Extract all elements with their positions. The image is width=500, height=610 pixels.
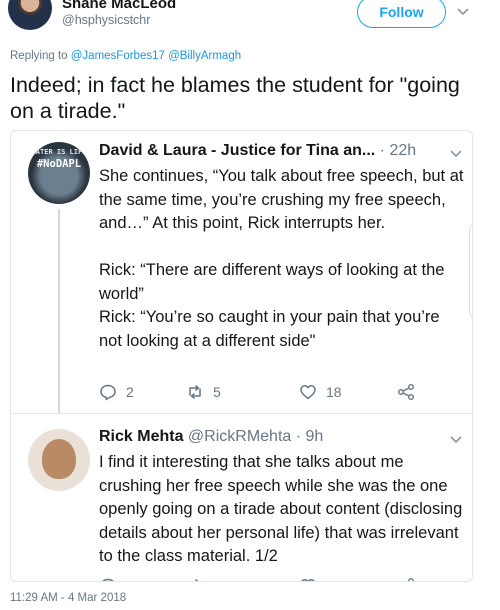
heart-icon: [301, 579, 315, 581]
reply-count: 0: [126, 578, 134, 581]
conversation-thread[interactable]: WATER IS LIFE #NoDAPL David & Laura - Ju…: [10, 130, 473, 582]
author-name[interactable]: Shane MacLeod: [62, 0, 176, 12]
avatar-caption: WATER IS LIFE: [31, 148, 87, 156]
thread-tweet-handle-time[interactable]: @RickRMehta · 9h: [188, 428, 323, 445]
tweet-header: Shane MacLeod @hsphysicstchr Follow: [0, 0, 500, 36]
mention-link-2[interactable]: @BillyArmagh: [168, 50, 241, 62]
mention-link-1[interactable]: @JamesForbes17: [71, 50, 165, 62]
share-button[interactable]: [397, 577, 424, 581]
reply-button[interactable]: 0: [99, 577, 134, 581]
share-icon: [408, 578, 414, 581]
replying-prefix: Replying to: [10, 50, 68, 62]
like-count: 18: [326, 384, 342, 400]
reply-button[interactable]: 2: [99, 383, 134, 401]
thread-tweet-header: David & Laura - Justice for Tina an... ·…: [99, 142, 416, 160]
retweet-button[interactable]: [186, 577, 213, 581]
reply-count: 2: [126, 384, 134, 400]
thread-tweet-time[interactable]: · 22h: [380, 142, 416, 159]
scrollbar[interactable]: [469, 221, 472, 321]
tweet-text: Indeed; in fact he blames the student fo…: [10, 73, 460, 123]
chevron-down-icon[interactable]: [449, 146, 463, 160]
thread-tweet[interactable]: WATER IS LIFE #NoDAPL David & Laura - Ju…: [11, 131, 472, 424]
chevron-down-icon[interactable]: [456, 4, 470, 18]
tweet-timestamp[interactable]: 11:29 AM - 4 Mar 2018: [10, 592, 126, 604]
tweet-actions: 2 5 18: [99, 383, 429, 403]
replying-to: Replying to @JamesForbes17 @BillyArmagh: [10, 50, 241, 62]
thread-tweet-text: She continues, “You talk about free spee…: [99, 167, 464, 350]
chevron-down-icon[interactable]: [449, 432, 463, 446]
thread-tweet[interactable]: Rick Mehta @RickRMehta · 9h I find it in…: [11, 413, 472, 581]
heart-icon: [300, 385, 316, 400]
share-button[interactable]: [397, 383, 424, 401]
retweet-button[interactable]: 5: [186, 383, 221, 401]
thread-author-name[interactable]: David & Laura - Justice for Tina an...: [99, 142, 375, 159]
reply-icon: [102, 578, 114, 581]
retweet-icon: [189, 385, 201, 399]
thread-author-name[interactable]: Rick Mehta: [99, 428, 183, 445]
thread-author-avatar[interactable]: WATER IS LIFE #NoDAPL: [28, 142, 90, 204]
thread-tweet-header: Rick Mehta @RickRMehta · 9h: [99, 428, 323, 446]
author-handle[interactable]: @hsphysicstchr: [62, 13, 150, 27]
thread-tweet-text: I find it interesting that she talks abo…: [99, 453, 463, 565]
like-button[interactable]: 0: [299, 577, 334, 581]
like-count: 0: [326, 578, 334, 581]
avatar-hashtag: #NoDAPL: [36, 158, 82, 170]
share-icon: [398, 384, 414, 400]
retweet-icon: [195, 579, 199, 581]
thread-author-avatar[interactable]: [28, 429, 90, 491]
thread-connector-line: [58, 209, 60, 414]
follow-button[interactable]: Follow: [357, 0, 446, 28]
author-avatar[interactable]: [8, 0, 52, 30]
reply-icon: [100, 384, 116, 401]
tweet-actions: 0 0: [99, 577, 429, 581]
retweet-count: 5: [213, 384, 221, 400]
like-button[interactable]: 18: [299, 383, 342, 401]
